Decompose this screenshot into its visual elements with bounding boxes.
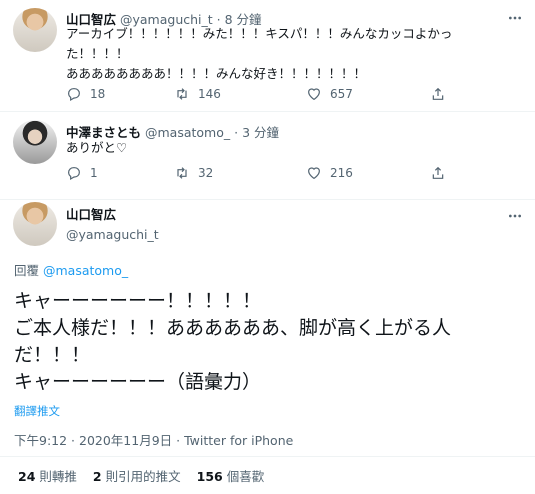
stat-label: 則轉推 bbox=[39, 469, 77, 484]
reply-context: 回覆 @masatomo_ bbox=[14, 260, 128, 279]
heart-icon bbox=[308, 167, 320, 180]
stat-number: 2 bbox=[92, 469, 102, 484]
retweet-icon bbox=[177, 167, 187, 179]
reply-icon bbox=[68, 167, 80, 181]
like-button[interactable]: 216 bbox=[306, 164, 353, 182]
more-icon[interactable] bbox=[507, 10, 523, 26]
tweet-actions: 1 32 216 bbox=[66, 164, 446, 182]
tweet-text-line: だ！！！ bbox=[14, 344, 91, 366]
tweet-meta[interactable]: 下午9:12 · 2020年11月9日 · Twitter for iPhone bbox=[14, 430, 293, 449]
heart-icon bbox=[308, 88, 320, 101]
stat-label: 則引用的推文 bbox=[105, 469, 181, 484]
tweet-stats: 24 則轉推 2 則引用的推文 156 個喜歡 bbox=[0, 456, 535, 494]
likes-stat[interactable]: 156 個喜歡 bbox=[197, 466, 265, 485]
tweet-actions: 18 146 657 bbox=[66, 85, 446, 103]
tweet-text-line: キャーーーーーー！！！！！ bbox=[14, 290, 262, 312]
author-handle[interactable]: @yamaguchi_t bbox=[66, 225, 159, 245]
reply-count: 1 bbox=[90, 166, 98, 180]
retweet-button[interactable]: 32 bbox=[174, 164, 213, 182]
stat-number: 24 bbox=[18, 469, 36, 484]
quotes-stat[interactable]: 2 則引用的推文 bbox=[93, 466, 181, 485]
tweet-text-line: キャーーーーーー（語彙力） bbox=[14, 371, 262, 393]
reply-to-link[interactable]: @masatomo_ bbox=[43, 263, 128, 278]
author-name[interactable]: 山口智広 bbox=[66, 205, 159, 225]
avatar[interactable] bbox=[13, 8, 57, 52]
retweet-icon bbox=[177, 88, 187, 100]
share-button[interactable] bbox=[430, 85, 446, 103]
avatar[interactable] bbox=[13, 202, 57, 246]
like-button[interactable]: 657 bbox=[306, 85, 353, 103]
like-count: 657 bbox=[330, 87, 353, 101]
tweet-text-line: た！！！！ bbox=[66, 46, 129, 61]
tweet-text-line: ありがと♡ bbox=[66, 140, 128, 155]
retweet-button[interactable]: 146 bbox=[174, 85, 221, 103]
reply-count: 18 bbox=[90, 87, 106, 101]
like-count: 216 bbox=[330, 166, 353, 180]
author-block: 山口智広 @yamaguchi_t bbox=[66, 205, 159, 245]
reply-button[interactable]: 1 bbox=[66, 164, 98, 182]
more-icon[interactable] bbox=[507, 208, 523, 224]
reply-button[interactable]: 18 bbox=[66, 85, 105, 103]
stat-label: 個喜歡 bbox=[226, 469, 265, 484]
tweet[interactable]: 山口智広 @yamaguchi_t · 8 分鐘 アーカイブ！！！！！！みた！！… bbox=[0, 0, 535, 112]
tweet-text: ありがと♡ bbox=[66, 138, 506, 158]
reply-prefix: 回覆 bbox=[14, 263, 40, 278]
tweet-text-line: ご本人様だ！！！ああああああ、脚が高く上がる人 bbox=[14, 317, 452, 339]
tweet-text-line: アーカイブ！！！！！！みた！！！キスパ！！！みんなカッコよかっ bbox=[66, 26, 453, 41]
tweet[interactable]: 中澤まさとも @masatomo_ · 3 分鐘 ありがと♡ 1 32 216 bbox=[0, 112, 535, 200]
stat-number: 156 bbox=[196, 469, 223, 484]
share-button[interactable] bbox=[430, 164, 446, 182]
tweet-text: キャーーーーーー！！！！！ ご本人様だ！！！ああああああ、脚が高く上がる人 だ！… bbox=[14, 288, 524, 396]
translate-link[interactable]: 翻譯推文 bbox=[14, 403, 60, 419]
retweet-count: 32 bbox=[198, 166, 214, 180]
share-icon bbox=[432, 87, 444, 100]
main-tweet: 山口智広 @yamaguchi_t 回覆 @masatomo_ キャーーーーーー… bbox=[0, 200, 535, 494]
avatar[interactable] bbox=[13, 120, 57, 164]
reply-icon bbox=[68, 88, 80, 102]
tweet-text: アーカイブ！！！！！！みた！！！キスパ！！！みんなカッコよかっ た！！！！ ああ… bbox=[66, 24, 506, 84]
retweets-stat[interactable]: 24 則轉推 bbox=[18, 466, 77, 485]
retweet-count: 146 bbox=[198, 87, 221, 101]
share-icon bbox=[432, 166, 444, 179]
tweet-text-line: ああああああああ！！！！みんな好き！！！！！！！ bbox=[66, 66, 367, 81]
